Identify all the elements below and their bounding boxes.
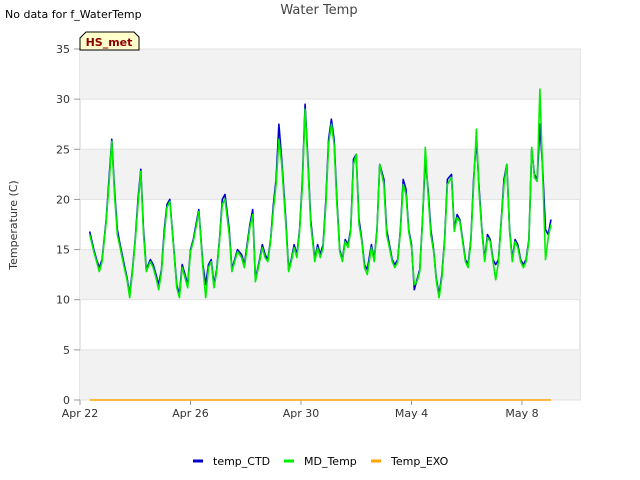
legend: temp_CTD MD_Temp Temp_EXO — [193, 455, 449, 468]
y-tick-label: 0 — [63, 394, 70, 407]
y-tick-label: 25 — [56, 143, 70, 156]
x-tick-label: Apr 26 — [172, 407, 209, 420]
plot-frame — [79, 48, 581, 401]
x-tick-label: Apr 22 — [62, 407, 99, 420]
x-tick-label: May 4 — [395, 407, 428, 420]
y-tick-label: 10 — [56, 294, 70, 307]
y-tick-label: 20 — [56, 193, 70, 206]
legend-label: temp_CTD — [213, 455, 270, 468]
y-axis: 0 5 10 15 20 25 30 35 — [56, 43, 80, 407]
grid-band — [80, 49, 580, 100]
grid-band — [80, 349, 580, 400]
y-tick-label: 30 — [56, 93, 70, 106]
chart-title: Water Temp — [280, 3, 357, 18]
badge-label: HS_met — [86, 36, 133, 49]
x-axis: Apr 22 Apr 26 Apr 30 May 4 May 8 — [62, 400, 539, 420]
y-tick-label: 5 — [63, 344, 70, 357]
station-badge: HS_met — [79, 31, 140, 51]
y-tick-label: 35 — [56, 43, 70, 56]
y-axis-label: Temperature (C) — [7, 180, 20, 270]
legend-label: Temp_EXO — [390, 455, 449, 468]
x-tick-label: Apr 30 — [283, 407, 320, 420]
chart: 0 5 10 15 20 25 30 35 Apr 22 Apr 26 Apr 30 May 4 Ma… — [7, 3, 581, 468]
x-tick-label: May 8 — [505, 407, 538, 420]
y-tick-label: 15 — [56, 244, 70, 257]
legend-label: MD_Temp — [304, 455, 357, 468]
